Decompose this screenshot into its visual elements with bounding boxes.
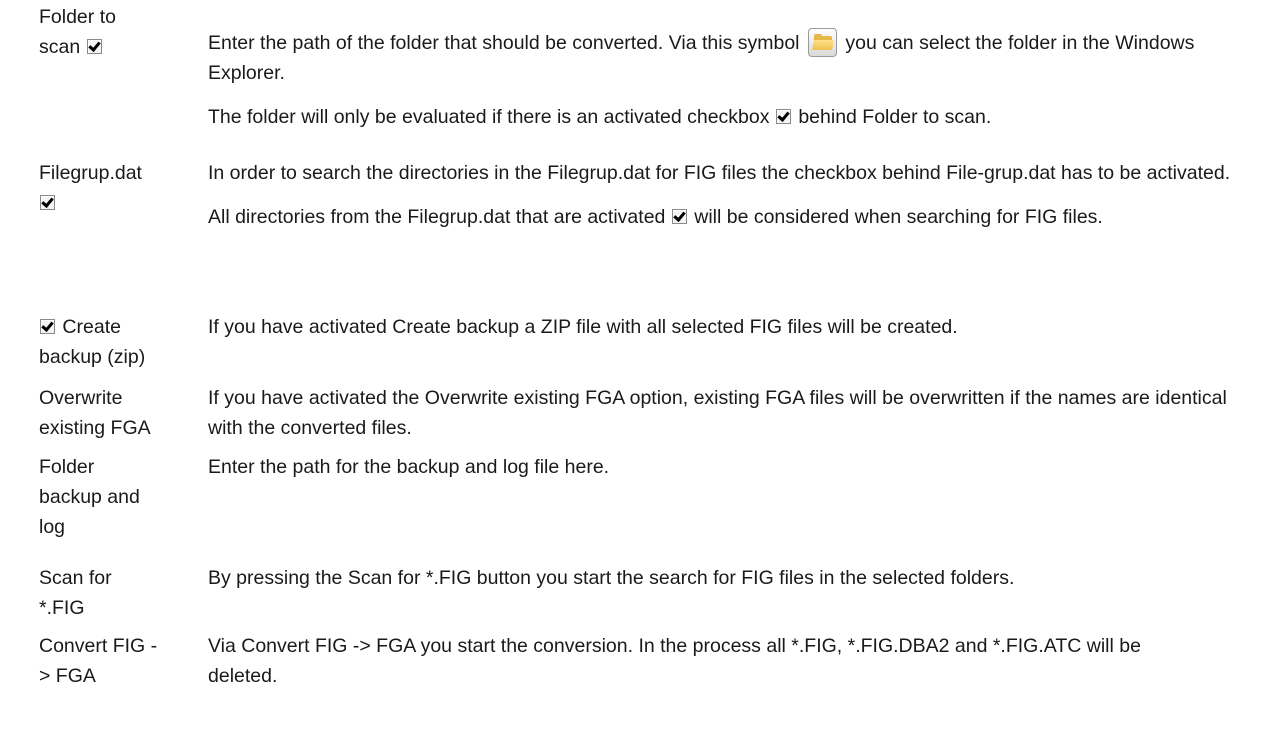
paragraph-text: will be considered when searching for FI…: [694, 206, 1103, 228]
term-text: scan: [39, 36, 81, 58]
paragraph-text: All directories from the Filegrup.dat th…: [208, 206, 666, 228]
paragraph: In order to search the directories in th…: [208, 158, 1248, 188]
description: Via Convert FIG -> FGA you start the con…: [208, 631, 1248, 691]
term-convert-fig-fga: Convert FIG - > FGA: [39, 631, 189, 691]
term-text: *.FIG: [39, 597, 85, 619]
paragraph: By pressing the Scan for *.FIG button yo…: [208, 567, 1015, 589]
term-text: log: [39, 516, 66, 538]
checkbox-checked-icon: [671, 209, 687, 224]
term-folder-backup-and-log: Folder backup and log: [39, 452, 189, 542]
paragraph: All directories from the Filegrup.dat th…: [208, 202, 1248, 232]
term-text: Convert FIG -: [39, 635, 158, 657]
checkbox-checked-icon: [775, 109, 791, 124]
checkbox-checked-icon: [40, 195, 55, 210]
term-text: Overwrite: [39, 387, 123, 409]
description: In order to search the directories in th…: [208, 158, 1248, 232]
term-filegrup-dat: Filegrup.dat: [39, 158, 189, 218]
checkbox-checked-icon: [40, 319, 55, 334]
paragraph-text: behind Folder to scan.: [798, 106, 992, 128]
term-overwrite-existing-fga: Overwrite existing FGA: [39, 383, 189, 443]
paragraph-text: Enter the path of the folder that should…: [208, 32, 800, 54]
term-text: Folder to: [39, 6, 116, 28]
description: If you have activated Create backup a ZI…: [208, 312, 1248, 342]
term-text: Folder: [39, 456, 95, 478]
term-text: existing FGA: [39, 417, 151, 439]
term-text: > FGA: [39, 665, 96, 687]
paragraph: If you have activated Create backup a ZI…: [208, 316, 958, 338]
term-text: backup and: [39, 486, 140, 508]
term-text: backup (zip): [39, 346, 146, 368]
term-text: Filegrup.dat: [39, 162, 142, 184]
paragraph-text: The folder will only be evaluated if the…: [208, 106, 770, 128]
description: Enter the path for the backup and log fi…: [208, 452, 1248, 482]
paragraph: Enter the path of the folder that should…: [208, 28, 1238, 88]
checkbox-checked-icon: [86, 39, 102, 54]
term-text: Create: [62, 316, 121, 338]
paragraph: Via Convert FIG -> FGA you start the con…: [208, 635, 1141, 687]
description: Enter the path of the folder that should…: [208, 28, 1248, 132]
term-create-backup: Create backup (zip): [39, 312, 189, 372]
paragraph: The folder will only be evaluated if the…: [208, 102, 1248, 132]
paragraph: Enter the path for the backup and log fi…: [208, 456, 610, 478]
description: By pressing the Scan for *.FIG button yo…: [208, 563, 1248, 593]
paragraph: If you have activated the Overwrite exis…: [208, 387, 1227, 439]
term-text: Scan for: [39, 567, 112, 589]
term-folder-to-scan: Folder to scan: [39, 2, 189, 62]
paragraph-text: In order to search the directories in th…: [208, 162, 1231, 184]
term-scan-for-fig: Scan for *.FIG: [39, 563, 189, 623]
open-folder-icon: [807, 28, 837, 57]
description: If you have activated the Overwrite exis…: [208, 383, 1248, 443]
